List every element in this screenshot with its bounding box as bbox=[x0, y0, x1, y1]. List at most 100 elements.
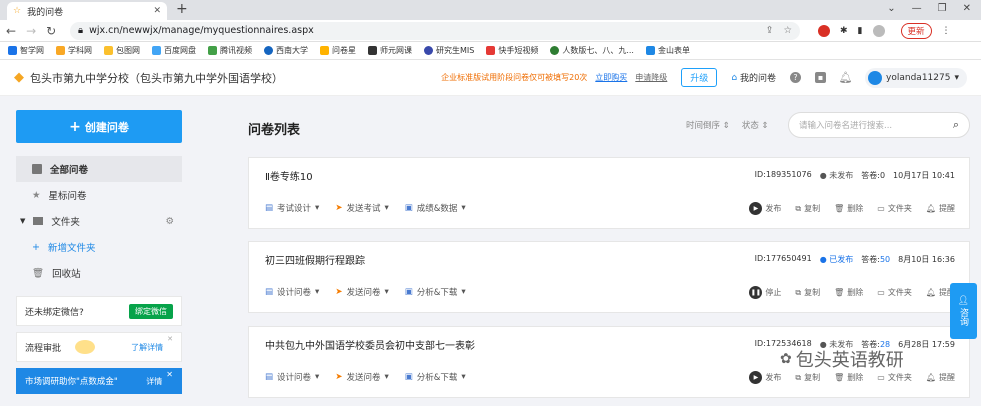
copy-button[interactable]: ⧉ 复制 bbox=[795, 287, 820, 298]
sort-time-dropdown[interactable]: 时间倒序 ⇕ bbox=[686, 119, 730, 131]
my-questionnaires-link[interactable]: ⌂ 我的问卷 bbox=[731, 71, 776, 85]
create-questionnaire-button[interactable]: + 创建问卷 bbox=[16, 110, 182, 143]
new-tab-button[interactable]: + bbox=[176, 1, 188, 17]
sidepanel-icon[interactable]: ▮ bbox=[858, 26, 863, 36]
gear-icon[interactable]: ⚙ bbox=[165, 216, 174, 227]
design-dropdown[interactable]: ▤ 考试设计 ▾ bbox=[265, 202, 319, 214]
data-dropdown[interactable]: ▣ 分析&下载 ▾ bbox=[405, 371, 466, 383]
close-tab-icon[interactable]: ✕ bbox=[153, 6, 161, 16]
extension-icon[interactable] bbox=[818, 24, 830, 37]
sidebar-item-trash[interactable]: 🗑︎ 回收站 bbox=[16, 260, 182, 286]
help-icon[interactable]: ? bbox=[790, 72, 802, 83]
publish-button[interactable]: ▶ 发布 bbox=[749, 371, 781, 384]
questionnaire-meta: ID:189351076 ● 未发布 答卷:0 10月17日 10:41 bbox=[754, 170, 955, 180]
questionnaire-card: 初三四班假期行程跟踪 ID:177650491 ● 已发布 答卷:50 8月10… bbox=[248, 241, 970, 313]
forward-icon[interactable]: → bbox=[26, 24, 36, 38]
send-dropdown[interactable]: ➤ 发送考试 ▾ bbox=[335, 202, 388, 214]
puzzle-icon[interactable]: ✱ bbox=[840, 26, 848, 36]
delete-button[interactable]: 🗑︎ 删除 bbox=[834, 287, 863, 298]
bookmark-item[interactable]: 包图网 bbox=[104, 45, 140, 56]
stop-button[interactable]: ❚❚ 停止 bbox=[749, 286, 781, 299]
bookmark-item[interactable]: 西南大学 bbox=[264, 45, 308, 56]
nav-buttons: ← → ↻ bbox=[6, 24, 62, 38]
consult-button[interactable]: 👤︎ 咨询 bbox=[950, 283, 977, 339]
search-icon[interactable]: ⌕ bbox=[953, 118, 959, 132]
sidebar-item-all[interactable]: 全部问卷 bbox=[16, 156, 182, 182]
close-icon[interactable]: ✕ bbox=[166, 370, 173, 379]
copy-button[interactable]: ⧉ 复制 bbox=[795, 372, 820, 383]
bookmark-item[interactable]: 快手短视频 bbox=[486, 45, 538, 56]
flow-card: 流程审批 了解详情 ✕ bbox=[16, 332, 182, 362]
research-banner[interactable]: 市场调研助你"点数成金" 详情 ✕ bbox=[16, 368, 182, 394]
bind-wechat-button[interactable]: 绑定微信 bbox=[129, 303, 173, 319]
buy-link[interactable]: 立即购买 bbox=[595, 72, 627, 83]
reload-icon[interactable]: ↻ bbox=[46, 24, 56, 38]
data-dropdown[interactable]: ▣ 成绩&数据 ▾ bbox=[405, 202, 466, 214]
data-dropdown[interactable]: ▣ 分析&下载 ▾ bbox=[405, 286, 466, 298]
url-text: wjx.cn/newwjx/manage/myquestionnaires.as… bbox=[89, 25, 314, 36]
copy-button[interactable]: ⧉ 复制 bbox=[795, 203, 820, 214]
watermark: ✿ 包头英语教研 bbox=[780, 350, 904, 371]
delete-button[interactable]: 🗑︎ 删除 bbox=[834, 203, 863, 214]
person-icon: 👤︎ bbox=[957, 296, 970, 306]
url-field[interactable]: 🔒︎ wjx.cn/newwjx/manage/myquestionnaires… bbox=[70, 21, 800, 40]
edit-icon: ▤ bbox=[265, 372, 274, 382]
bookmark-item[interactable]: 研究生MIS bbox=[424, 45, 474, 56]
folder-button[interactable]: ▭ 文件夹 bbox=[877, 203, 912, 214]
status-badge: ● 未发布 bbox=[819, 171, 854, 180]
caret-down-icon: ▾ bbox=[954, 72, 959, 83]
send-icon: ➤ bbox=[335, 287, 343, 297]
bookmark-item[interactable]: 学科网 bbox=[56, 45, 92, 56]
back-icon[interactable]: ← bbox=[6, 24, 16, 38]
sort-status-dropdown[interactable]: 状态 ⇕ bbox=[742, 119, 769, 131]
send-icon: ➤ bbox=[335, 203, 343, 213]
sidebar-item-folder[interactable]: ▼ 文件夹 ⚙ bbox=[16, 208, 182, 234]
bookmark-item[interactable]: 百度网盘 bbox=[152, 45, 196, 56]
upgrade-button[interactable]: 升级 bbox=[681, 68, 718, 87]
update-button[interactable]: 更新 bbox=[900, 22, 932, 39]
menu-icon[interactable]: ⋮ bbox=[942, 26, 951, 36]
bookmark-item[interactable]: 腾讯视频 bbox=[208, 45, 252, 56]
user-menu[interactable]: yolanda11275 ▾ bbox=[865, 67, 967, 88]
bookmark-item[interactable]: 智学网 bbox=[8, 45, 44, 56]
share-icon[interactable]: ⇪ bbox=[766, 25, 774, 36]
profile-icon[interactable] bbox=[872, 24, 885, 37]
chevron-down-icon[interactable]: ⌄ bbox=[887, 3, 895, 14]
send-dropdown[interactable]: ➤ 发送问卷 ▾ bbox=[335, 371, 388, 383]
minimize-icon[interactable]: — bbox=[912, 3, 922, 14]
send-dropdown[interactable]: ➤ 发送问卷 ▾ bbox=[335, 286, 388, 298]
remind-button[interactable]: 🔔︎ 提醒 bbox=[926, 203, 955, 214]
details-link[interactable]: 详情 bbox=[146, 376, 162, 387]
bookmark-item[interactable]: 问卷星 bbox=[320, 45, 356, 56]
card-actions: ❚❚ 停止 ⧉ 复制 🗑︎ 删除 ▭ 文件夹 🔔︎ 提醒 bbox=[749, 286, 955, 299]
bookmark-item[interactable]: 师元网课 bbox=[368, 45, 412, 56]
message-icon[interactable]: ▪ bbox=[815, 72, 827, 83]
design-dropdown[interactable]: ▤ 设计问卷 ▾ bbox=[265, 286, 319, 298]
delete-button[interactable]: 🗑︎ 删除 bbox=[834, 372, 863, 383]
downgrade-link[interactable]: 申请降级 bbox=[635, 72, 667, 83]
questionnaire-title[interactable]: 初三四班假期行程跟踪 bbox=[265, 252, 365, 267]
bookmarks-bar: 智学网 学科网 包图网 百度网盘 腾讯视频 西南大学 问卷星 师元网课 研究生M… bbox=[0, 42, 981, 60]
browser-tab[interactable]: ☆ 我的问卷 ✕ bbox=[7, 2, 167, 20]
logo-icon[interactable]: ◆ bbox=[14, 70, 24, 85]
copy-icon: ⧉ bbox=[795, 203, 802, 213]
publish-button[interactable]: ▶ 发布 bbox=[749, 202, 781, 215]
sidebar-item-new-folder[interactable]: + 新增文件夹 bbox=[16, 234, 182, 260]
close-icon[interactable]: ✕ bbox=[167, 335, 173, 343]
bell-icon[interactable]: 🔔︎ bbox=[839, 71, 853, 84]
sidebar-item-starred[interactable]: ★ 星标问卷 bbox=[16, 182, 182, 208]
flow-details-link[interactable]: 了解详情 bbox=[131, 342, 163, 353]
design-dropdown[interactable]: ▤ 设计问卷 ▾ bbox=[265, 371, 319, 383]
page-title: 问卷列表 bbox=[248, 123, 301, 138]
folder-button[interactable]: ▭ 文件夹 bbox=[877, 287, 912, 298]
search-input[interactable]: 请输入问卷名进行搜索... ⌕ bbox=[788, 112, 970, 138]
remind-button[interactable]: 🔔︎ 提醒 bbox=[926, 372, 955, 383]
questionnaire-title[interactable]: Ⅱ卷专练10 bbox=[265, 168, 313, 183]
questionnaire-title[interactable]: 中共包九中外国语学校委员会初中支部七一表彰 bbox=[265, 337, 475, 352]
close-window-icon[interactable]: ✕ bbox=[963, 3, 971, 14]
bookmark-item[interactable]: 金山表单 bbox=[645, 45, 690, 56]
bookmark-star-icon[interactable]: ☆ bbox=[783, 25, 792, 36]
folder-button[interactable]: ▭ 文件夹 bbox=[877, 372, 912, 383]
restore-icon[interactable]: ❐ bbox=[938, 3, 947, 14]
bookmark-item[interactable]: 人数版七、八、九... bbox=[550, 45, 634, 56]
